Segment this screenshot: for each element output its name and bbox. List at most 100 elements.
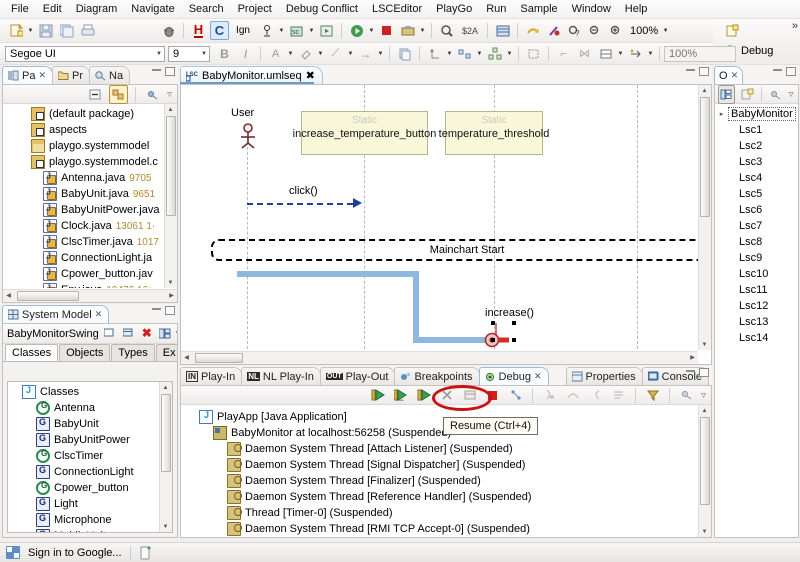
font-color-dropdown-icon[interactable]: ▼ (286, 44, 295, 63)
hscroll-thumb[interactable] (17, 291, 79, 301)
tab-play-out[interactable]: OUT Play-Out (319, 367, 396, 385)
tree-item-babyunit[interactable]: BabyUnit (8, 416, 159, 432)
menu-icon[interactable] (677, 386, 696, 405)
mobile-device-icon[interactable] (139, 546, 151, 560)
minimize-icon[interactable] (686, 368, 695, 372)
c-editor-icon[interactable]: C (210, 21, 229, 40)
maximize-icon[interactable] (786, 67, 796, 76)
tree-item-clsctimer[interactable]: ClscTimer (8, 448, 159, 464)
chevron-down-icon[interactable]: ▼ (153, 51, 162, 57)
print-icon[interactable] (78, 21, 97, 40)
tree-item-lsc7[interactable]: Lsc7 (715, 218, 798, 234)
scroll-up-icon[interactable]: ▲ (699, 85, 710, 96)
new-wizard-dropdown-icon[interactable]: ▼ (26, 21, 35, 40)
tree-item-mobileunit[interactable]: MobileUnit (8, 528, 159, 532)
fill-color-icon[interactable] (296, 44, 315, 63)
tab-breakpoints[interactable]: Breakpoints (394, 367, 480, 385)
debug-tree-item-rmi-tcp-accept[interactable]: Daemon System Thread [RMI TCP Accept-0] … (181, 521, 698, 537)
tree-item-antenna-java[interactable]: Antenna.java 9705 (3, 170, 164, 186)
view-menu-icon[interactable]: ▽ (176, 324, 177, 343)
tree-item-lsc12[interactable]: Lsc12 (715, 298, 798, 314)
zoom-out-icon[interactable] (586, 21, 605, 40)
tree-item-lsc3[interactable]: Lsc3 (715, 154, 798, 170)
align-dropdown-icon[interactable]: ▼ (445, 44, 454, 63)
menu-playgo[interactable]: PlayGo (429, 1, 479, 17)
vscroll-thumb[interactable] (161, 394, 171, 472)
chevron-down-icon[interactable]: ▼ (198, 51, 207, 57)
minimize-icon[interactable] (773, 67, 782, 71)
tree-item-lsc6[interactable]: Lsc6 (715, 202, 798, 218)
close-icon[interactable]: ✕ (534, 371, 542, 382)
new-class-icon[interactable] (122, 326, 136, 342)
canvas-hscrollbar[interactable]: ◀ ▶ (181, 351, 698, 364)
scroll-up-icon[interactable]: ▲ (160, 382, 171, 393)
message-increase-marker[interactable] (479, 323, 515, 349)
step-over-icon[interactable] (563, 386, 582, 405)
message-click-arrow[interactable] (247, 203, 353, 205)
tree-item-lsc5[interactable]: Lsc5 (715, 186, 798, 202)
distribute-dropdown-icon[interactable]: ▼ (475, 44, 484, 63)
scroll-down-icon[interactable]: ▼ (160, 521, 171, 532)
line-style-icon[interactable]: → (356, 44, 375, 63)
line-color-icon[interactable]: ⟋ (326, 44, 345, 63)
close-icon[interactable]: ✖ (306, 69, 315, 82)
search-all-icon[interactable]: $2A (458, 21, 482, 40)
scroll-down-icon[interactable]: ▼ (699, 339, 710, 350)
vscroll-thumb[interactable] (700, 97, 710, 217)
save-all-icon[interactable] (57, 21, 76, 40)
activation-bar-top[interactable] (237, 271, 419, 277)
arrange-dropdown-icon[interactable]: ▼ (505, 44, 514, 63)
tree-item-cpower-button[interactable]: Cpower_button (8, 480, 159, 496)
outline-tree[interactable]: ▸ BabyMonitor Lsc1 Lsc2 Lsc3 Lsc4 Lsc5 L… (715, 104, 798, 537)
lsc-icon[interactable]: sc (287, 21, 306, 40)
person-icon[interactable] (257, 21, 276, 40)
debug-tree-item-playapp[interactable]: PlayApp [Java Application] (181, 409, 698, 425)
subtab-objects[interactable]: Objects (59, 344, 111, 361)
scroll-left-icon[interactable]: ◀ (181, 352, 192, 363)
system-model-tree[interactable]: Classes Antenna BabyUnit BabyUnitPower (8, 382, 159, 532)
tree-item-lsc2[interactable]: Lsc2 (715, 138, 798, 154)
maximize-icon[interactable] (699, 368, 709, 377)
route-icon[interactable]: ⌐ (554, 44, 573, 63)
font-color-icon[interactable]: A (266, 44, 285, 63)
use-step-filters-icon[interactable] (643, 386, 662, 405)
resume-icon[interactable] (368, 386, 387, 405)
ign-icon[interactable]: Ign (231, 21, 255, 40)
menu-sample[interactable]: Sample (513, 1, 564, 17)
collapse-all-icon[interactable] (86, 85, 105, 104)
hot-code-icon[interactable]: H (189, 21, 208, 40)
tree-item-connectionlight[interactable]: ConnectionLight (8, 464, 159, 480)
previous-annotation-icon[interactable] (544, 21, 563, 40)
distribute-icon[interactable] (455, 44, 474, 63)
selection-handle[interactable] (512, 338, 516, 342)
step-return-icon[interactable] (586, 386, 605, 405)
zoom-in-icon[interactable] (607, 21, 626, 40)
disconnect-icon[interactable] (437, 386, 456, 405)
zoom-dropdown-icon[interactable]: ▼ (661, 21, 670, 40)
maximize-icon[interactable] (165, 306, 175, 315)
align-icon[interactable] (425, 44, 444, 63)
tree-mode-icon[interactable] (718, 85, 736, 104)
search-icon[interactable] (437, 21, 456, 40)
scroll-right-icon[interactable]: ▶ (687, 352, 698, 363)
tab-navigator[interactable]: Na (89, 66, 131, 84)
tree-item-aspects[interactable]: aspects (3, 122, 164, 138)
debug-tree[interactable]: PlayApp [Java Application] BabyMonitor a… (181, 405, 698, 537)
tree-item-babyunitpower-java[interactable]: BabyUnitPower.java (3, 202, 164, 218)
scroll-up-icon[interactable]: ▲ (699, 405, 710, 416)
mainchart-start-region[interactable]: Mainchart Start (211, 239, 711, 261)
scroll-left-icon[interactable]: ◀ (3, 290, 14, 301)
tab-outline[interactable]: O ✕ (714, 66, 744, 84)
google-signin-icon[interactable] (6, 546, 20, 559)
view-menu-icon[interactable]: ▽ (787, 85, 795, 104)
subtab-classes[interactable]: Classes (5, 344, 59, 361)
package-explorer-vscrollbar[interactable]: ▲ ▼ (164, 104, 177, 288)
compartment-icon[interactable] (596, 44, 615, 63)
tree-item-lsc14[interactable]: Lsc14 (715, 330, 798, 346)
tab-properties[interactable]: Properties (565, 367, 643, 385)
tab-nl-play-in[interactable]: NL NL Play-In (241, 367, 321, 385)
line-style-dropdown-icon[interactable]: ▼ (376, 44, 385, 63)
subtab-types[interactable]: Types (111, 344, 155, 361)
debug-tree-item-signal-dispatcher[interactable]: Daemon System Thread [Signal Dispatcher]… (181, 457, 698, 473)
tab-system-model[interactable]: System Model ✕ (2, 305, 110, 323)
